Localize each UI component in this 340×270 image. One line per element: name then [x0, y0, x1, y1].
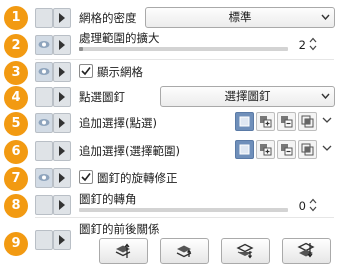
eye-toggle[interactable]: [35, 35, 53, 55]
subtract-selection-button[interactable]: [277, 140, 296, 159]
chevron-down-icon[interactable]: [321, 140, 333, 157]
divider: [35, 59, 334, 60]
subtract-selection-button[interactable]: [277, 112, 296, 131]
chevron-down-icon[interactable]: [321, 112, 333, 129]
spin-arrows-icon[interactable]: [309, 37, 317, 51]
check-icon: [81, 173, 91, 182]
eye-toggle[interactable]: [35, 8, 53, 28]
pin-angle-value: 0: [298, 199, 306, 213]
pin-angle-label: 圖釘的轉角: [79, 192, 137, 206]
eye-toggle[interactable]: [35, 230, 53, 250]
expand-arrow-button[interactable]: [53, 87, 71, 107]
check-icon: [81, 67, 91, 76]
add-selection-icon: [260, 144, 272, 156]
expand-arrow-button[interactable]: [53, 35, 71, 55]
bring-forward-icon: [176, 245, 192, 258]
mesh-density-dropdown[interactable]: 標準: [145, 7, 335, 28]
chevron-down-icon: [321, 93, 330, 99]
eye-icon: [38, 119, 50, 126]
new-selection-icon: [239, 116, 250, 127]
expand-range-label: 處理範圍的擴大: [79, 31, 160, 45]
expand-arrow-button[interactable]: [53, 62, 71, 82]
click-pin-value: 選擇圖釘: [224, 89, 271, 103]
add-selection-icon: [260, 116, 272, 128]
expand-arrow-icon: [59, 13, 65, 23]
expand-arrow-icon: [59, 40, 65, 50]
send-to-back-icon: [297, 242, 315, 258]
eye-icon: [38, 174, 50, 181]
pin-rotation-fix-checkbox[interactable]: [79, 170, 93, 184]
click-pin-label: 點選圖釘: [79, 90, 125, 104]
eye-toggle[interactable]: [35, 168, 53, 188]
callout-badge: 7: [4, 167, 28, 191]
expand-arrow-icon: [59, 67, 65, 77]
tool-property-panel: 1 網格的密度 標準 2 處理範圍的擴大 2 3 顯示網格 4 點選圖釘 選擇圖…: [0, 0, 340, 270]
chevron-down-icon: [321, 14, 330, 20]
send-backward-icon: [236, 243, 254, 259]
pin-rotation-fix-label: 圖釘的旋轉修正: [97, 171, 178, 185]
expand-arrow-button[interactable]: [53, 8, 71, 28]
expand-arrow-button[interactable]: [53, 113, 71, 133]
expand-range-value: 2: [298, 38, 306, 52]
subtract-selection-icon: [281, 116, 293, 128]
eye-icon: [38, 41, 50, 48]
eye-toggle[interactable]: [35, 62, 53, 82]
bring-to-front-button[interactable]: [99, 238, 148, 264]
expand-range-slider[interactable]: [79, 47, 288, 51]
subtract-selection-icon: [281, 144, 293, 156]
spin-arrows-icon[interactable]: [309, 198, 317, 212]
divider: [35, 217, 334, 218]
expand-arrow-icon: [59, 118, 65, 128]
bring-forward-button[interactable]: [160, 238, 209, 264]
pin-angle-slider[interactable]: [79, 208, 288, 212]
expand-arrow-icon: [59, 173, 65, 183]
mesh-density-label: 網格的密度: [79, 11, 137, 25]
expand-arrow-icon: [59, 235, 65, 245]
new-selection-button[interactable]: [235, 140, 254, 159]
expand-arrow-icon: [59, 146, 65, 156]
callout-badge: 8: [4, 194, 28, 218]
intersect-selection-button[interactable]: [298, 112, 317, 131]
pin-order-label: 圖釘的前後關係: [79, 222, 160, 236]
callout-badge: 9: [4, 232, 28, 256]
add-select-click-label: 追加選擇(點選): [79, 116, 157, 130]
eye-toggle[interactable]: [35, 113, 53, 133]
show-mesh-checkbox[interactable]: [79, 64, 93, 78]
expand-arrow-button[interactable]: [53, 141, 71, 161]
expand-range-slider-fill: [79, 47, 83, 51]
send-backward-button[interactable]: [221, 238, 270, 264]
callout-badge: 2: [4, 34, 28, 58]
eye-toggle[interactable]: [35, 141, 53, 161]
callout-badge: 6: [4, 140, 28, 164]
expand-arrow-button[interactable]: [53, 168, 71, 188]
new-selection-button[interactable]: [235, 112, 254, 131]
add-selection-button[interactable]: [256, 140, 275, 159]
send-to-back-button[interactable]: [282, 238, 331, 264]
callout-badge: 5: [4, 112, 28, 136]
intersect-selection-button[interactable]: [298, 140, 317, 159]
add-selection-button[interactable]: [256, 112, 275, 131]
bring-to-front-icon: [115, 243, 131, 258]
expand-arrow-icon: [59, 92, 65, 102]
eye-toggle[interactable]: [35, 87, 53, 107]
expand-arrow-button[interactable]: [53, 195, 71, 215]
intersect-selection-icon: [301, 115, 314, 128]
intersect-selection-icon: [301, 143, 314, 156]
eye-icon: [38, 68, 50, 75]
new-selection-icon: [239, 144, 250, 155]
eye-toggle[interactable]: [35, 195, 53, 215]
click-pin-dropdown[interactable]: 選擇圖釘: [160, 86, 335, 107]
add-select-range-label: 追加選擇(選擇範圍): [79, 144, 180, 158]
mesh-density-value: 標準: [228, 10, 252, 24]
callout-badge: 4: [4, 86, 28, 110]
expand-arrow-button[interactable]: [53, 230, 71, 250]
callout-badge: 3: [4, 61, 28, 85]
show-mesh-label: 顯示網格: [97, 65, 143, 79]
expand-arrow-icon: [59, 200, 65, 210]
callout-badge: 1: [4, 6, 28, 30]
